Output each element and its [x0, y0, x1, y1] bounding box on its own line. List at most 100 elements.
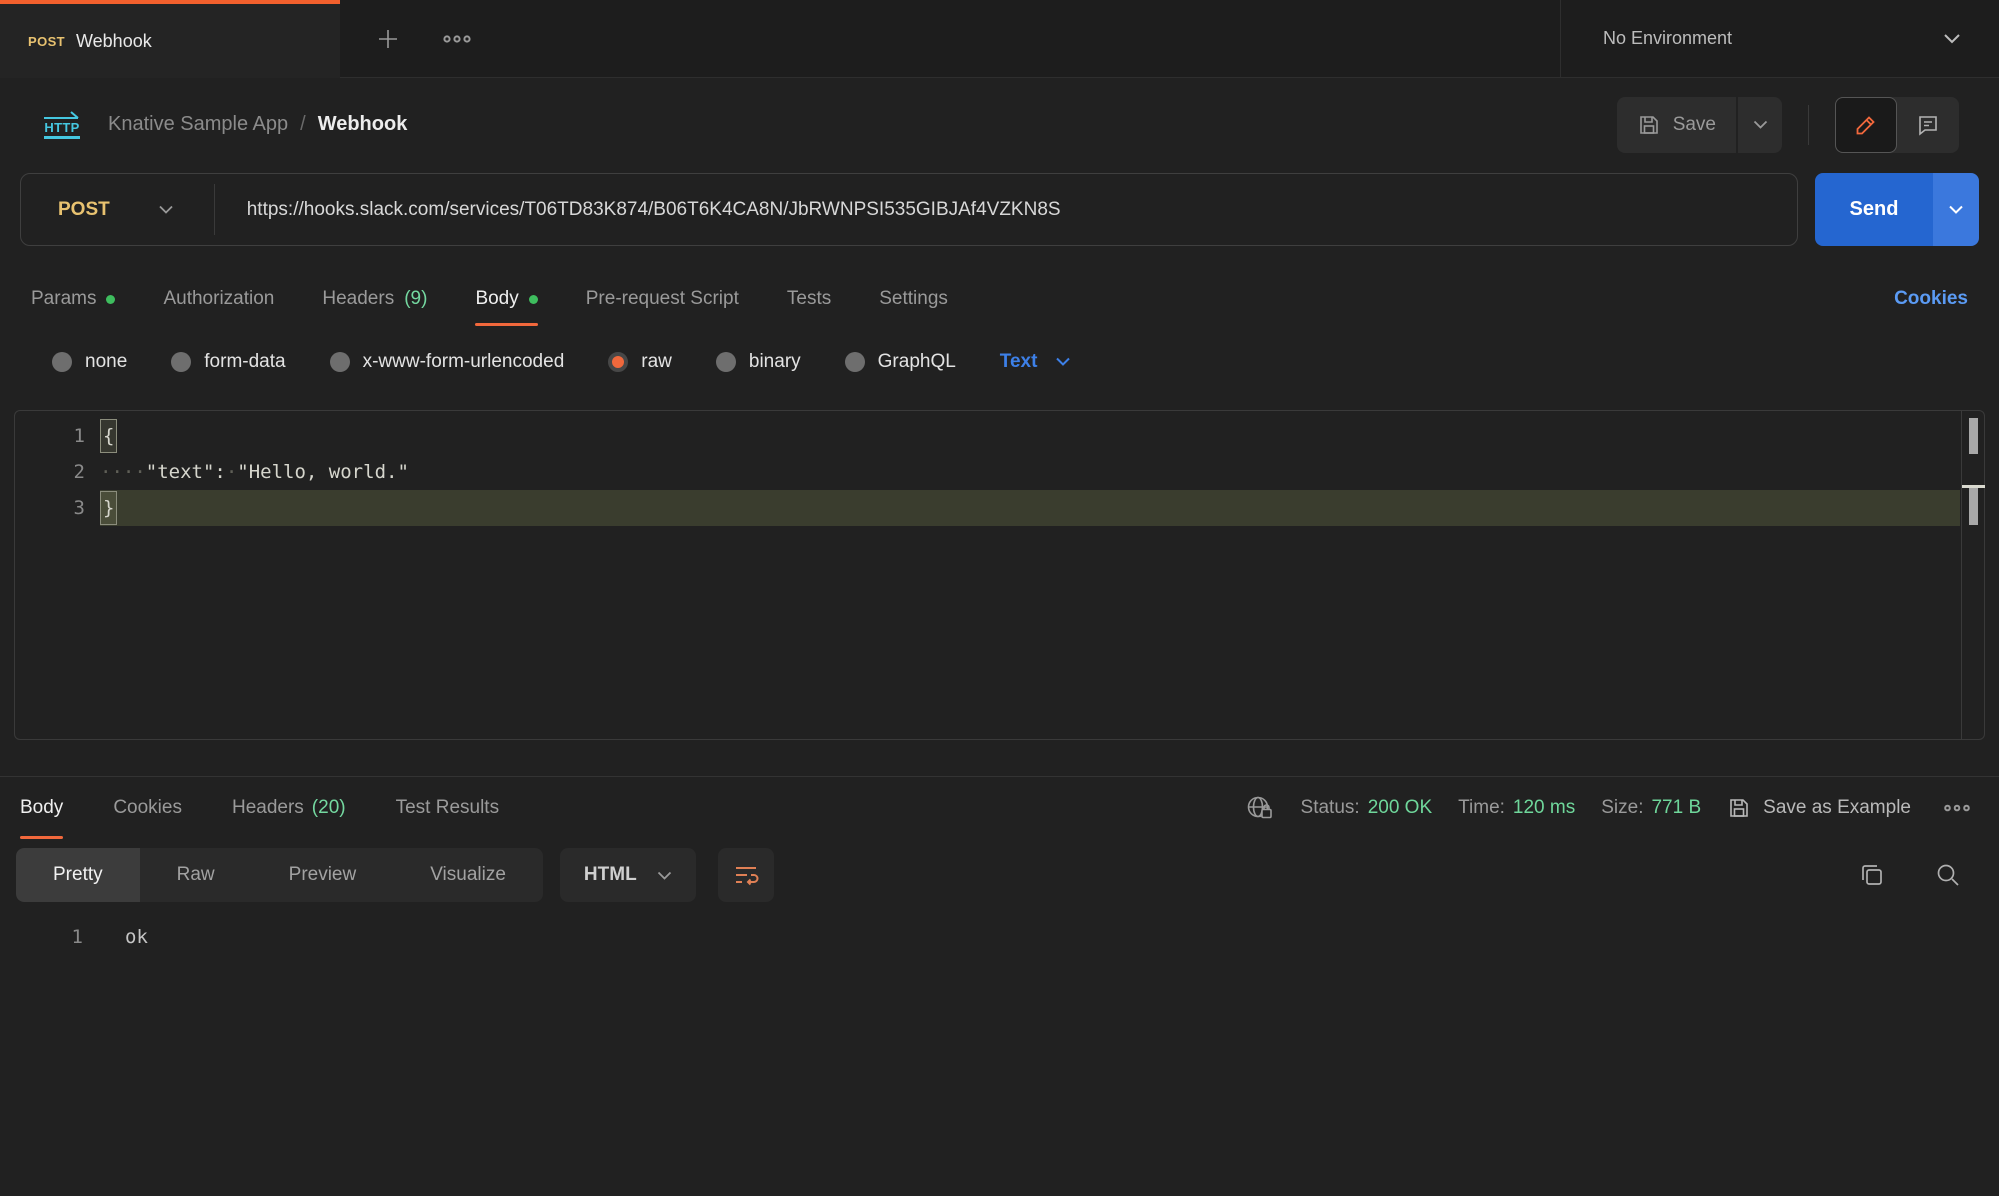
response-tab-cookies[interactable]: Cookies	[113, 777, 182, 839]
radio-icon[interactable]	[330, 352, 350, 372]
body-type-form-data[interactable]: form-data	[171, 351, 285, 373]
cookies-link[interactable]: Cookies	[1894, 288, 1968, 314]
response-options-icon[interactable]	[1943, 803, 1971, 813]
tabbar-spacer	[508, 0, 1560, 78]
chevron-down-icon	[657, 871, 672, 880]
response-body-viewer[interactable]: 1 ok	[0, 919, 1999, 955]
body-type-binary[interactable]: binary	[716, 351, 801, 373]
postman-app: POST Webhook No Environment HTTP Knative…	[0, 0, 1999, 1196]
comment-button[interactable]	[1897, 97, 1959, 153]
radio-icon[interactable]	[171, 352, 191, 372]
whitespace-dots: ····	[100, 461, 146, 483]
editor-line-1[interactable]: 1 {	[15, 418, 1960, 454]
mode-visualize[interactable]: Visualize	[393, 848, 543, 902]
search-icon[interactable]	[1935, 862, 1961, 888]
scrollbar-thumb[interactable]	[1969, 418, 1978, 454]
body-type-none[interactable]: none	[52, 351, 127, 373]
status-pair[interactable]: Status: 200 OK	[1301, 797, 1433, 819]
response-tab-test-results[interactable]: Test Results	[396, 777, 499, 839]
save-label: Save	[1673, 114, 1716, 136]
line-number: 1	[15, 418, 85, 454]
breadcrumb-request-name[interactable]: Webhook	[318, 113, 408, 136]
size-pair[interactable]: Size: 771 B	[1601, 797, 1701, 819]
tab-pre-request-script[interactable]: Pre-request Script	[586, 276, 739, 326]
chevron-down-icon[interactable]	[158, 205, 174, 215]
request-url-row: POST Send	[0, 173, 1999, 246]
response-line-1: 1 ok	[0, 919, 1999, 955]
line-number: 2	[15, 454, 85, 490]
mode-preview[interactable]: Preview	[252, 848, 394, 902]
send-button[interactable]: Send	[1815, 173, 1933, 246]
unsaved-dot	[529, 295, 538, 304]
tab-options-button[interactable]	[442, 33, 472, 45]
save-options-button[interactable]	[1738, 97, 1782, 153]
tab-settings[interactable]: Settings	[879, 276, 948, 326]
tab-title: Webhook	[76, 31, 152, 52]
network-globe-lock-icon[interactable]	[1245, 794, 1275, 822]
request-header-row: HTTP Knative Sample App / Webhook Save	[0, 78, 1999, 171]
time-pair[interactable]: Time: 120 ms	[1458, 797, 1575, 819]
tab-authorization[interactable]: Authorization	[163, 276, 274, 326]
header-actions: Save	[1617, 97, 1959, 153]
url-input[interactable]	[247, 199, 1397, 221]
send-button-group: Send	[1815, 173, 1979, 246]
response-header-row: Body Cookies Headers (20) Test Results	[0, 777, 1999, 839]
radio-icon[interactable]	[52, 352, 72, 372]
whitespace-dot: ·	[226, 461, 237, 483]
response-tabs: Body Cookies Headers (20) Test Results	[20, 777, 499, 839]
tab-actions	[340, 0, 508, 78]
new-tab-button[interactable]	[376, 27, 400, 51]
request-tab-active[interactable]: POST Webhook	[0, 0, 340, 78]
save-button-group: Save	[1617, 97, 1782, 153]
send-options-button[interactable]	[1933, 173, 1979, 246]
body-type-x-www-form-urlencoded[interactable]: x-www-form-urlencoded	[330, 351, 565, 373]
plus-icon	[376, 27, 400, 51]
tab-method-label: POST	[28, 34, 65, 49]
response-tab-headers[interactable]: Headers (20)	[232, 777, 346, 839]
response-toolbar: Pretty Raw Preview Visualize HTML	[0, 847, 1999, 903]
request-body-editor[interactable]: 1 { 2 ····"text":·"Hello, world." 3 }	[14, 410, 1985, 740]
radio-selected-icon[interactable]	[608, 352, 628, 372]
response-tab-body[interactable]: Body	[20, 777, 63, 839]
floppy-icon	[1637, 113, 1661, 137]
tab-tests[interactable]: Tests	[787, 276, 831, 326]
copy-icon[interactable]	[1859, 862, 1885, 888]
mode-raw[interactable]: Raw	[140, 848, 252, 902]
json-key: "text":	[146, 461, 226, 483]
mode-pretty[interactable]: Pretty	[16, 848, 140, 902]
word-wrap-button[interactable]	[718, 848, 774, 902]
status-badge: 200 OK	[1368, 797, 1432, 819]
body-type-graphql[interactable]: GraphQL	[845, 351, 956, 373]
word-wrap-icon	[733, 863, 759, 887]
save-as-example-button[interactable]: Save as Example	[1727, 796, 1911, 820]
floppy-icon	[1727, 796, 1751, 820]
raw-format-selector[interactable]: Text	[1000, 351, 1072, 373]
tab-body[interactable]: Body	[475, 276, 537, 326]
chevron-down-icon	[1948, 205, 1964, 215]
tab-headers[interactable]: Headers (9)	[322, 276, 427, 326]
response-size: 771 B	[1651, 797, 1701, 819]
environment-label: No Environment	[1603, 28, 1732, 49]
editor-scrollbar[interactable]	[1961, 411, 1984, 739]
editor-line-2[interactable]: 2 ····"text":·"Hello, world."	[15, 454, 1960, 490]
radio-icon[interactable]	[716, 352, 736, 372]
divider	[1808, 105, 1809, 145]
line-number: 1	[0, 919, 83, 955]
chevron-down-icon	[1943, 33, 1961, 44]
scrollbar-thumb[interactable]	[1969, 488, 1978, 525]
method-selector[interactable]: POST	[58, 199, 110, 221]
code-line: ····"text":·"Hello, world."	[100, 454, 1960, 490]
body-type-raw[interactable]: raw	[608, 351, 672, 373]
edit-button[interactable]	[1835, 97, 1897, 153]
response-tools-right	[1859, 862, 1983, 888]
edit-comment-group	[1835, 97, 1959, 153]
environment-selector[interactable]: No Environment	[1560, 0, 1999, 78]
tab-params[interactable]: Params	[31, 276, 115, 326]
editor-line-3-active[interactable]: 3 }	[15, 490, 1960, 526]
chevron-down-icon	[1753, 120, 1768, 129]
response-format-selector[interactable]: HTML	[560, 848, 696, 902]
breadcrumb-collection[interactable]: Knative Sample App	[108, 113, 288, 136]
save-button[interactable]: Save	[1617, 97, 1736, 153]
radio-icon[interactable]	[845, 352, 865, 372]
body-type-row: none form-data x-www-form-urlencoded raw…	[0, 340, 1999, 384]
